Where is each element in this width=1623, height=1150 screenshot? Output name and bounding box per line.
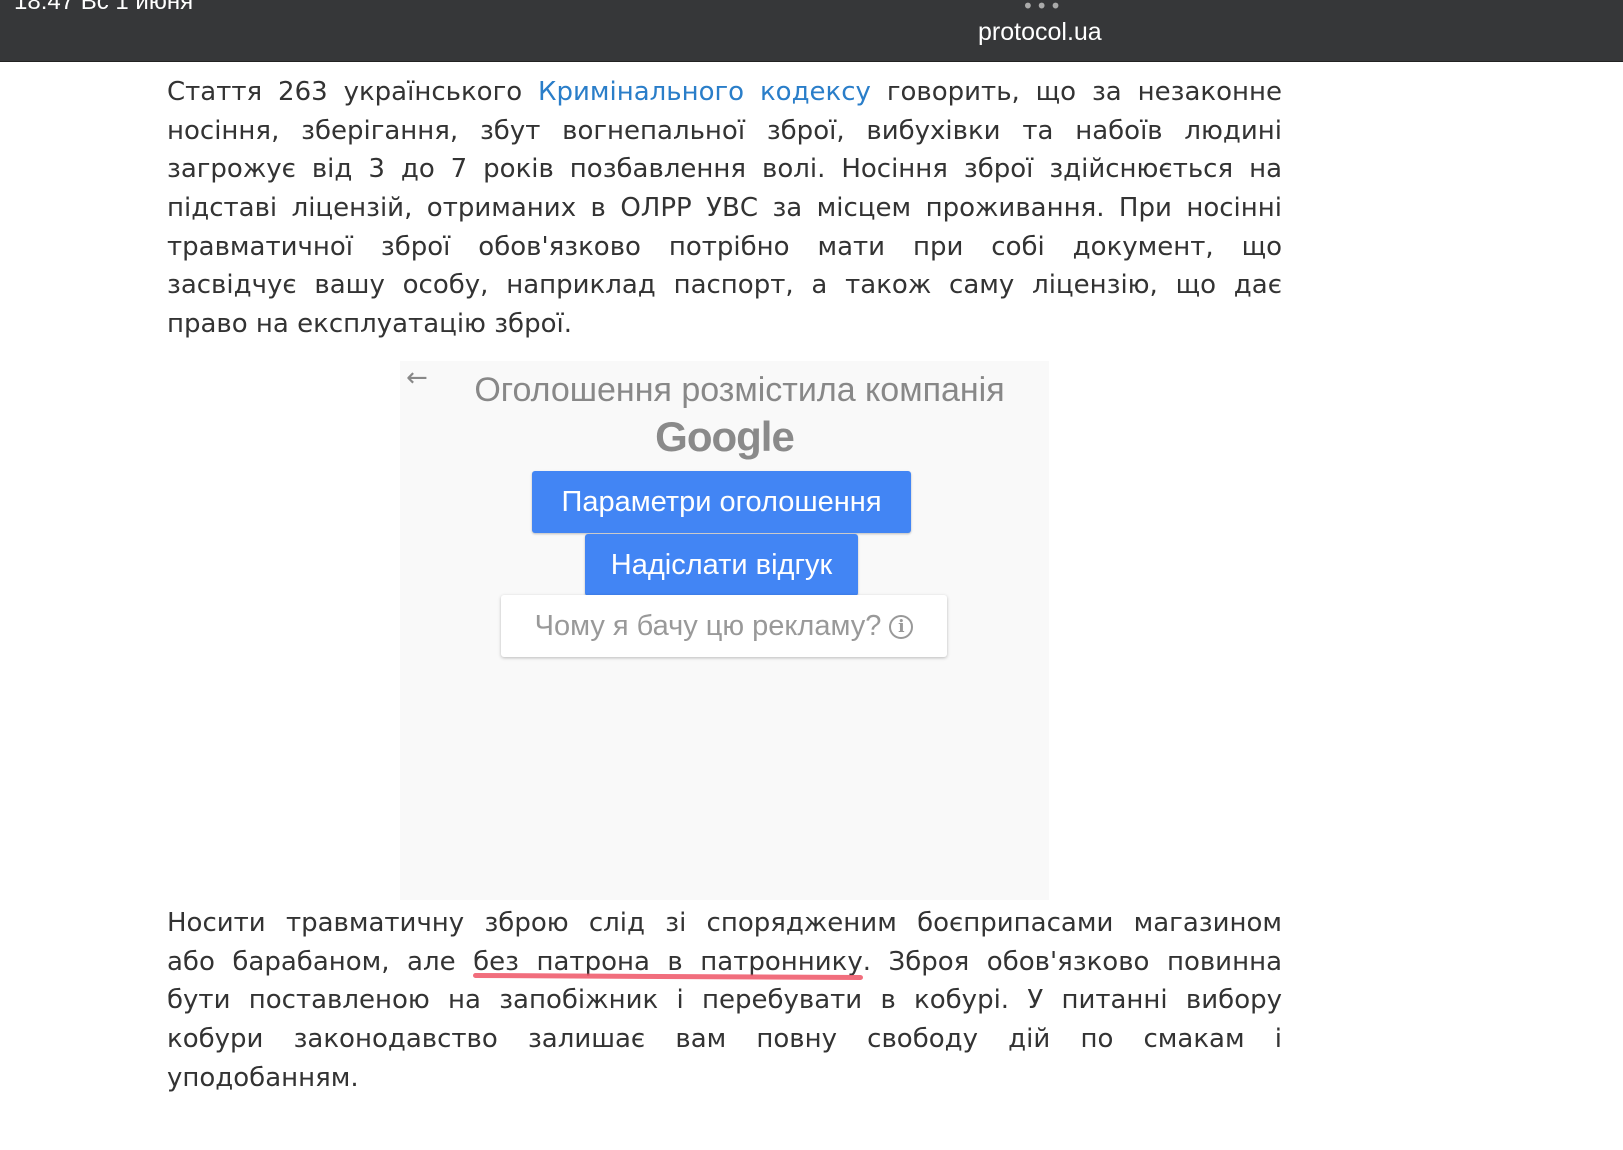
why-label: Чому я бачу цю рекламу? [534, 610, 882, 642]
text: . Зброя обов'язково повинна [862, 946, 1282, 977]
text-line: носіння, зберігання, збут вогнепальної з… [167, 115, 1282, 146]
text-line: засвідчує вашу особу, наприклад паспорт,… [167, 270, 1282, 301]
text-line: загрожує від 3 до 7 років позбавлення во… [167, 154, 1282, 185]
ad-settings-button[interactable]: Параметри оголошення [532, 471, 911, 533]
text-line: Стаття 263 українського Кримінального ко… [167, 73, 1282, 112]
text-line: підставі ліцензій, отриманих в ОЛРР УВС … [167, 193, 1282, 224]
info-icon: i [889, 615, 914, 640]
text-line: травматичної зброї обов'язково потрібно … [167, 231, 1282, 262]
send-feedback-button[interactable]: Надіслати відгук [585, 534, 858, 596]
text: або барабаном, але [167, 946, 474, 977]
text-line: кобури законодавство залишає вам повну с… [167, 1024, 1282, 1055]
text-line: або барабаном, але без патрона в патронн… [167, 943, 1282, 982]
text: Стаття 263 українського [167, 77, 539, 107]
text-line: Носити травматичну зброю слід зі спорядж… [167, 908, 1282, 938]
more-dots-icon[interactable]: ••• [1022, 0, 1063, 18]
browser-status-bar: 18:47 Вс 1 июня ••• protocol.ua [0, 0, 1623, 62]
ad-title: Оголошення розмістила компанія [474, 371, 1005, 409]
google-logo: Google [655, 413, 795, 460]
text-line: уподобанням. [167, 1062, 359, 1093]
text-line: бути поставленою на запобіжник і перебув… [167, 985, 1282, 1016]
ad-feedback-panel: ← Оголошення розмістила компанія Google … [400, 361, 1049, 900]
text-line: право на експлуатацію зброї. [167, 309, 572, 340]
criminal-code-link[interactable]: Кримінального кодексу [538, 77, 871, 107]
article-paragraph-2: Носити травматичну зброю слід зі спорядж… [167, 904, 1282, 1097]
highlighted-underline-text: без патрона в патроннику [473, 946, 863, 977]
text: говорить, що за незаконне [870, 77, 1282, 107]
why-this-ad-button[interactable]: Чому я бачу цю рекламу? i [501, 595, 947, 657]
article-paragraph-1: Стаття 263 українського Кримінального ко… [167, 73, 1282, 344]
address-url[interactable]: protocol.ua [978, 18, 1102, 47]
status-time: 18:47 Вс 1 июня [14, 0, 194, 15]
